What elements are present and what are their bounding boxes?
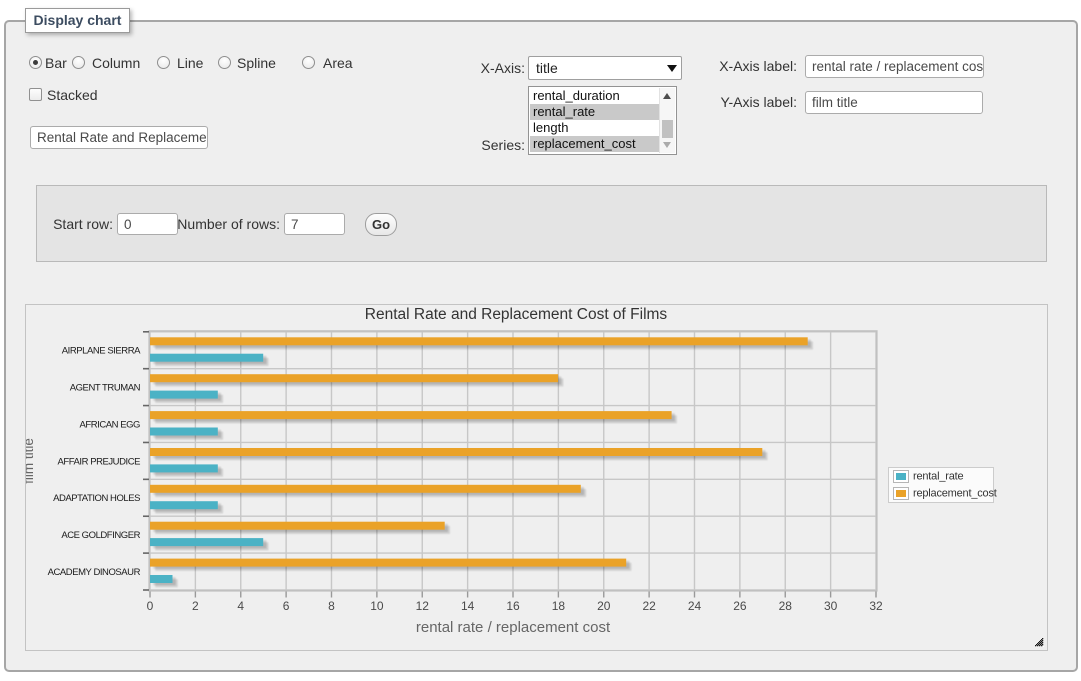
- svg-text:28: 28: [779, 599, 793, 613]
- svg-text:16: 16: [506, 599, 520, 613]
- svg-text:ACADEMY DINOSAUR: ACADEMY DINOSAUR: [48, 567, 141, 578]
- svg-text:32: 32: [869, 599, 883, 613]
- svg-text:rental_rate: rental_rate: [913, 471, 963, 483]
- svg-text:ADAPTATION HOLES: ADAPTATION HOLES: [53, 493, 140, 504]
- svg-text:14: 14: [461, 599, 475, 613]
- svg-text:AGENT TRUMAN: AGENT TRUMAN: [70, 383, 141, 394]
- svg-text:rental rate / replacement cost: rental rate / replacement cost: [416, 619, 611, 636]
- svg-text:22: 22: [642, 599, 656, 613]
- svg-text:10: 10: [370, 599, 384, 613]
- svg-text:replacement_cost: replacement_cost: [913, 488, 997, 500]
- svg-text:film title: film title: [26, 438, 36, 484]
- svg-text:0: 0: [147, 599, 154, 613]
- svg-text:6: 6: [283, 599, 290, 613]
- svg-text:AFFAIR PREJUDICE: AFFAIR PREJUDICE: [57, 456, 140, 467]
- svg-text:Rental Rate and Replacement Co: Rental Rate and Replacement Cost of Film…: [365, 306, 668, 323]
- svg-text:4: 4: [237, 599, 244, 613]
- svg-text:AIRPLANE SIERRA: AIRPLANE SIERRA: [62, 346, 141, 357]
- svg-text:AFRICAN EGG: AFRICAN EGG: [79, 419, 140, 430]
- svg-text:20: 20: [597, 599, 611, 613]
- svg-text:ACE GOLDFINGER: ACE GOLDFINGER: [61, 530, 140, 541]
- svg-text:26: 26: [733, 599, 747, 613]
- svg-text:12: 12: [416, 599, 430, 613]
- svg-text:30: 30: [824, 599, 838, 613]
- svg-text:18: 18: [552, 599, 566, 613]
- svg-text:2: 2: [192, 599, 199, 613]
- svg-text:24: 24: [688, 599, 702, 613]
- svg-text:8: 8: [328, 599, 335, 613]
